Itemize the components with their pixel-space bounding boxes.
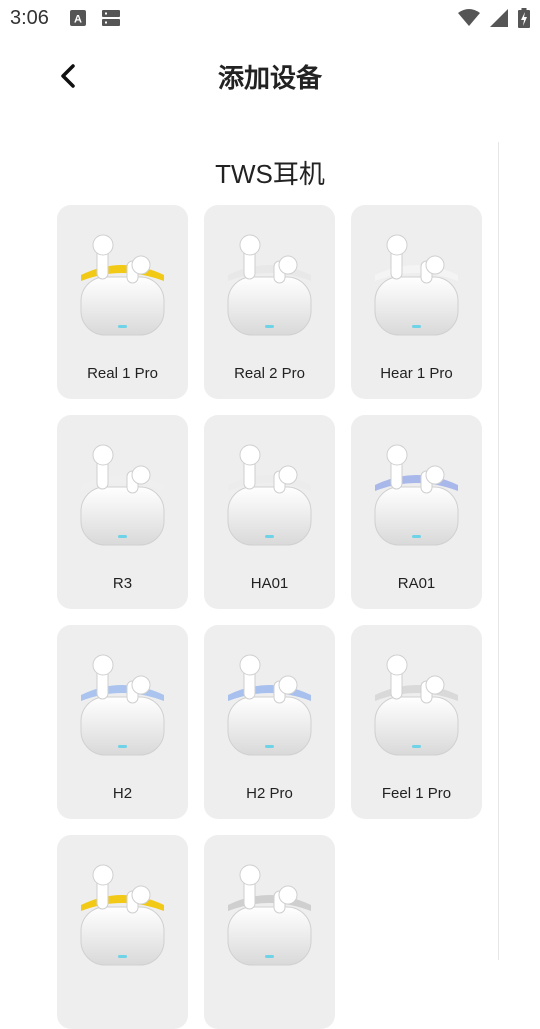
app-bar: 添加设备 <box>0 44 540 108</box>
device-card[interactable]: Real 2 Pro <box>204 205 335 399</box>
earbuds-image <box>214 645 325 769</box>
earbuds-image <box>214 225 325 349</box>
device-name: H2 <box>112 785 133 802</box>
earbuds-image <box>361 225 472 349</box>
earbuds-image <box>361 435 472 559</box>
device-card[interactable]: HA01 <box>204 415 335 609</box>
device-name: RA01 <box>397 575 436 592</box>
earbuds-image <box>214 435 325 559</box>
device-card[interactable]: Feel 1 Pro <box>351 625 482 819</box>
device-name: R3 <box>112 575 133 592</box>
svg-text:A: A <box>74 14 82 26</box>
device-name: Real 1 Pro <box>87 365 158 382</box>
device-name: Hear 1 Pro <box>380 365 453 382</box>
device-card[interactable]: H2 <box>57 625 188 819</box>
keyboard-a-icon: A <box>70 10 86 26</box>
device-grid: Real 1 Pro Real 2 Pro Hear 1 Pro R3 HA01… <box>57 205 482 1029</box>
section-title: TWS耳机 <box>215 159 325 189</box>
device-name: Feel 1 Pro <box>381 785 452 802</box>
device-name: H2 Pro <box>246 785 293 802</box>
earbuds-image <box>67 225 178 349</box>
device-card[interactable]: H2 Pro <box>204 625 335 819</box>
status-time: 3:06 <box>10 7 49 29</box>
earbuds-image <box>67 435 178 559</box>
device-card[interactable]: R3 <box>57 415 188 609</box>
status-bar: 3:06 A <box>0 0 540 36</box>
battery-charging-icon <box>518 8 530 28</box>
cell-signal-icon <box>490 9 508 27</box>
device-name: HA01 <box>250 575 289 592</box>
wifi-icon <box>458 9 480 26</box>
device-card[interactable]: Real 1 Pro <box>57 205 188 399</box>
device-card[interactable]: RA01 <box>351 415 482 609</box>
device-card[interactable]: Hear 1 Pro <box>351 205 482 399</box>
storage-icon <box>102 10 120 26</box>
earbuds-image <box>67 855 178 979</box>
scrollbar-track <box>498 142 499 960</box>
earbuds-image <box>67 645 178 769</box>
device-card[interactable] <box>204 835 335 1029</box>
page-title: 添加设备 <box>217 63 322 93</box>
device-card[interactable] <box>57 835 188 1029</box>
device-name: Real 2 Pro <box>234 365 305 382</box>
earbuds-image <box>361 645 472 769</box>
earbuds-image <box>214 855 325 979</box>
